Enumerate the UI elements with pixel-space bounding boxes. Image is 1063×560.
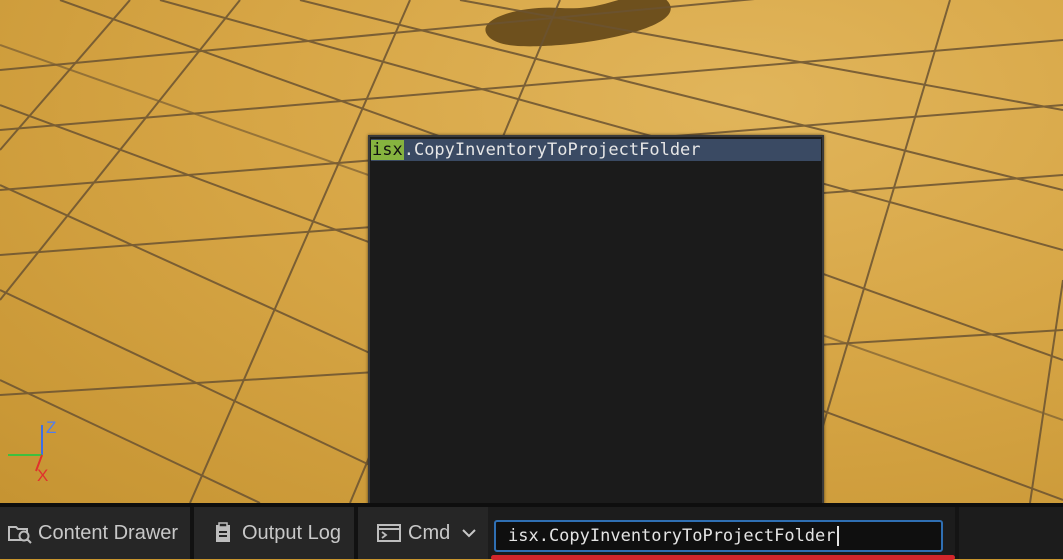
autocomplete-item[interactable]: isx .CopyInventoryToProjectFolder: [371, 139, 821, 161]
content-drawer-button[interactable]: Content Drawer: [0, 507, 190, 559]
gizmo-z-label: Z: [46, 418, 56, 437]
error-underline: [491, 555, 955, 560]
console-autocomplete-popup: isx .CopyInventoryToProjectFolder: [368, 135, 824, 514]
chevron-down-icon: [462, 528, 476, 538]
status-bar: Content Drawer Output Log Cmd isx.CopyIn…: [0, 503, 1063, 560]
cmd-label: Cmd: [408, 521, 451, 544]
output-log-icon: [212, 522, 234, 544]
content-drawer-icon: [6, 522, 34, 544]
cmd-dropdown-button[interactable]: Cmd: [358, 507, 488, 559]
output-log-label: Output Log: [242, 521, 341, 544]
status-bar-divider: [955, 507, 959, 559]
text-caret: [836, 526, 839, 546]
autocomplete-rest-text: .CopyInventoryToProjectFolder: [403, 140, 701, 160]
console-command-input[interactable]: isx.CopyInventoryToProjectFolder: [494, 520, 943, 552]
console-input-text: isx.CopyInventoryToProjectFolder: [508, 526, 836, 546]
console-icon: [376, 523, 402, 543]
output-log-button[interactable]: Output Log: [194, 507, 354, 559]
autocomplete-match-text: isx: [371, 140, 404, 160]
axis-gizmo: Z X: [0, 415, 70, 490]
content-drawer-label: Content Drawer: [38, 521, 179, 544]
gizmo-x-label: X: [37, 466, 48, 485]
